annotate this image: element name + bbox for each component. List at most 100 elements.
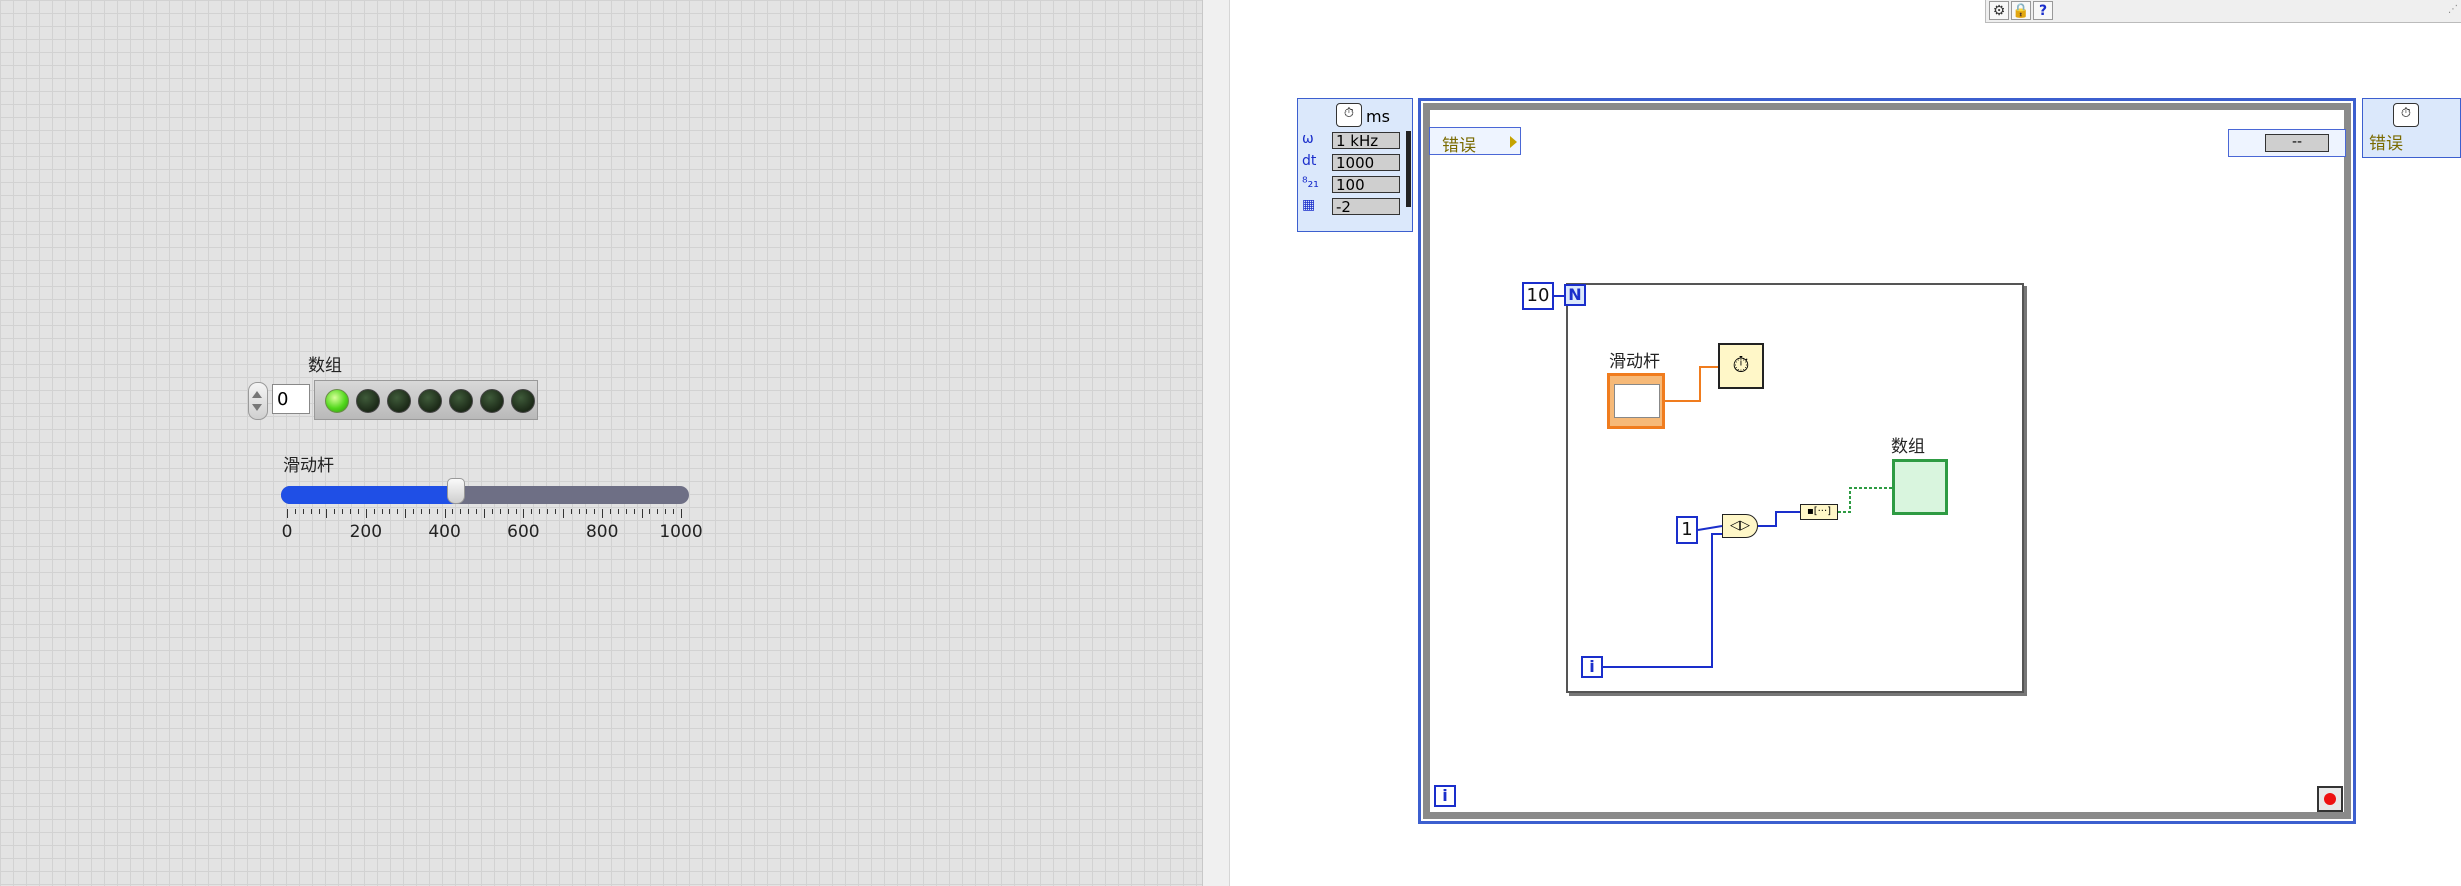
index-display[interactable]: 0	[272, 384, 310, 414]
slider-tick	[318, 509, 320, 514]
slider-tick-label: 400	[428, 522, 461, 542]
slider-tick-label: 600	[507, 522, 540, 542]
slider-tick	[523, 509, 525, 518]
number-to-boolean-array-icon[interactable]: ▪[···]	[1800, 504, 1838, 520]
slider-tick	[499, 509, 501, 514]
row-value[interactable]: 1 kHz	[1332, 132, 1400, 150]
stop-condition-terminal[interactable]	[2317, 786, 2343, 812]
slider-tick	[302, 509, 304, 514]
slider-tick	[633, 509, 635, 514]
boolean-led[interactable]	[356, 389, 380, 413]
slider-terminal[interactable]	[1607, 373, 1665, 429]
gear-icon[interactable]: ⚙	[1989, 1, 2009, 20]
slider-scale	[287, 509, 682, 519]
slider-tick	[444, 509, 446, 518]
row-label: ⁸₂₁	[1302, 175, 1319, 191]
slider-tick-label: 800	[585, 522, 619, 542]
shift-function-icon[interactable]: ◁▷	[1722, 514, 1758, 538]
slider-tick	[515, 509, 517, 514]
wait-function-icon[interactable]: ⏱	[1718, 343, 1764, 389]
slider-tick	[531, 509, 533, 514]
boolean-led[interactable]	[418, 389, 442, 413]
slider-tick	[373, 509, 375, 514]
decrement-arrow-icon[interactable]	[252, 404, 262, 411]
boolean-led[interactable]	[511, 389, 535, 413]
slider-tick	[397, 509, 399, 514]
timing-row-source: ω 1 kHz	[1298, 131, 1414, 151]
error-label: 错误	[1442, 136, 1476, 156]
for-iteration-terminal[interactable]: i	[1581, 656, 1603, 678]
row-label: ω	[1302, 131, 1314, 147]
increment-arrow-icon[interactable]	[252, 391, 262, 398]
slider-tick-label: 1000	[659, 522, 703, 542]
node-edge	[1406, 131, 1411, 207]
loop-count-constant[interactable]: 10	[1522, 282, 1554, 310]
slider-thumb[interactable]	[447, 478, 466, 504]
slider-control[interactable]: 0 200 400 600 800 1000	[281, 478, 703, 554]
slider-tick	[673, 509, 675, 514]
array-indicator-terminal[interactable]	[1892, 459, 1948, 515]
row-label: ▦	[1302, 197, 1316, 213]
slider-tick	[641, 509, 643, 518]
boolean-led[interactable]	[387, 389, 411, 413]
left-data-node[interactable]: 错误	[1429, 127, 1521, 156]
slider-tick	[578, 509, 580, 514]
timed-iteration-terminal[interactable]: i	[1434, 785, 1456, 807]
slider-tick	[350, 509, 352, 514]
array-index: 0	[246, 380, 314, 420]
help-icon[interactable]: ?	[2033, 1, 2053, 20]
slider-tick	[657, 509, 659, 514]
diagram-toolbar: ⚙ 🔒 ? ⋰	[1985, 0, 2461, 23]
slider-tick	[405, 509, 407, 518]
slider-tick	[428, 509, 430, 514]
timing-row-dt: dt 1000	[1298, 153, 1414, 173]
slider-tick	[610, 509, 612, 514]
row-value[interactable]: 100	[1332, 176, 1400, 194]
clock-icon: ⏱	[1336, 103, 1362, 127]
boolean-led[interactable]	[480, 389, 504, 413]
error-label: 错误	[2369, 134, 2403, 154]
slider-tick	[357, 509, 359, 514]
slider-tick	[381, 509, 383, 514]
slider-tick-label: 200	[349, 522, 383, 542]
slider-tick	[594, 509, 596, 514]
lock-icon[interactable]: 🔒	[2011, 1, 2031, 20]
count-terminal[interactable]: N	[1564, 284, 1586, 306]
constant-one[interactable]: 1	[1676, 516, 1698, 544]
row-value[interactable]: 1000	[1332, 154, 1400, 172]
slider-tick	[625, 509, 627, 514]
stop-icon	[2324, 793, 2336, 805]
slider-tick	[649, 509, 651, 514]
clock-icon: ⏱	[2393, 103, 2419, 127]
boolean-led[interactable]	[325, 389, 349, 413]
slider-tick-label: 0	[281, 522, 293, 542]
slider-tick	[586, 509, 588, 514]
slider-tick	[570, 509, 572, 514]
window-divider	[1203, 0, 1230, 886]
slider-tick	[681, 509, 682, 518]
timed-loop-input-node[interactable]: ⏱ ms ω 1 kHz dt 1000 ⁸₂₁ 100 ▦ -2	[1297, 98, 1413, 232]
for-loop[interactable]	[1566, 283, 2024, 693]
slider-tick	[294, 509, 296, 514]
timing-row-processor: ▦ -2	[1298, 197, 1414, 217]
slider-tick	[484, 509, 485, 518]
slider-tick	[436, 509, 438, 514]
slider-tick	[468, 509, 470, 514]
output-arrow-icon	[1510, 136, 1517, 148]
slider-label: 滑动杆	[283, 456, 334, 476]
slider-tick	[413, 509, 415, 514]
right-data-node[interactable]: --	[2228, 129, 2346, 157]
slider-tick	[310, 509, 312, 514]
row-value[interactable]: -2	[1332, 198, 1400, 216]
slider-tick	[562, 509, 564, 518]
index-spinner[interactable]	[248, 382, 268, 420]
slider-tick	[476, 509, 478, 514]
slider-tick	[539, 509, 541, 514]
array-elements	[314, 380, 538, 420]
slider-tick	[617, 509, 619, 514]
boolean-led[interactable]	[449, 389, 473, 413]
slider-tick	[389, 509, 391, 514]
resize-grip-icon[interactable]: ⋰	[2448, 4, 2458, 15]
row-label: dt	[1302, 153, 1317, 169]
timed-loop-output-node[interactable]: ⏱ 错误	[2362, 98, 2461, 158]
